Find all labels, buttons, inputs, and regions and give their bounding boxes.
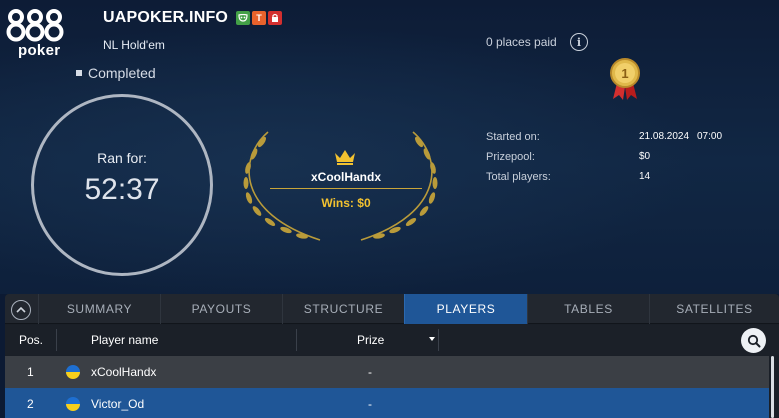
column-divider bbox=[56, 329, 57, 351]
table-scrollbar[interactable] bbox=[771, 356, 774, 418]
status-label: Completed bbox=[88, 65, 156, 81]
column-player-name[interactable]: Player name bbox=[91, 325, 158, 355]
column-divider bbox=[438, 329, 439, 351]
tab-players[interactable]: PLAYERS bbox=[404, 294, 527, 324]
svg-text:1: 1 bbox=[621, 66, 628, 81]
winner-winnings: Wins: $0 bbox=[321, 196, 371, 210]
row-prize: - bbox=[368, 397, 372, 411]
started-row: Started on: 21.08.2024 07:00 bbox=[486, 131, 746, 151]
ran-for-value: 52:37 bbox=[84, 173, 160, 206]
tab-payouts[interactable]: PAYOUTS bbox=[160, 294, 282, 324]
prizepool-label: Prizepool: bbox=[486, 151, 535, 163]
column-pos[interactable]: Pos. bbox=[19, 325, 43, 355]
ukraine-flag-icon bbox=[66, 397, 80, 411]
column-divider bbox=[296, 329, 297, 351]
tournament-details: Started on: 21.08.2024 07:00 Prizepool: … bbox=[486, 131, 746, 191]
prizepool-value: $0 bbox=[639, 151, 651, 162]
tournament-status: Completed bbox=[76, 65, 156, 81]
winner-divider bbox=[270, 188, 422, 189]
mask-icon bbox=[236, 11, 250, 25]
sort-descending-icon[interactable] bbox=[429, 337, 435, 341]
search-button[interactable] bbox=[741, 328, 766, 353]
info-icon[interactable]: i bbox=[570, 33, 588, 51]
ukraine-flag-icon bbox=[66, 365, 80, 379]
laurel-wreath-icon bbox=[243, 131, 438, 241]
tab-structure[interactable]: STRUCTURE bbox=[282, 294, 404, 324]
winner-name: xCoolHandx bbox=[310, 170, 381, 184]
table-row[interactable]: 2 Victor_Od - bbox=[5, 388, 769, 418]
game-type: NL Hold'em bbox=[103, 38, 165, 52]
ran-for-label: Ran for: bbox=[97, 150, 147, 166]
started-label: Started on: bbox=[486, 131, 540, 143]
search-icon bbox=[747, 334, 760, 347]
logo-888-digits bbox=[6, 9, 64, 42]
row-prize: - bbox=[368, 365, 372, 379]
tab-bar: SUMMARY PAYOUTS STRUCTURE PLAYERS TABLES… bbox=[5, 294, 779, 324]
chevron-up-icon bbox=[16, 307, 26, 313]
places-paid: 0 places paid bbox=[486, 35, 557, 49]
tab-tables[interactable]: TABLES bbox=[527, 294, 649, 324]
row-player-name: xCoolHandx bbox=[91, 365, 157, 379]
table-row[interactable]: 1 xCoolHandx - bbox=[5, 356, 769, 388]
total-players-label: Total players: bbox=[486, 171, 551, 183]
tab-summary[interactable]: SUMMARY bbox=[38, 294, 160, 324]
column-prize[interactable]: Prize bbox=[357, 325, 384, 355]
crown-icon bbox=[335, 150, 355, 165]
total-players-value: 14 bbox=[639, 171, 651, 182]
tournament-header: poker UAPOKER.INFO T NL Hold'em Complete… bbox=[0, 0, 779, 294]
tournament-title: UAPOKER.INFO bbox=[103, 9, 229, 26]
first-place-medal-icon: 1 bbox=[610, 58, 640, 100]
players-table-header: Pos. Player name Prize bbox=[5, 325, 779, 355]
row-player-name: Victor_Od bbox=[91, 397, 145, 411]
prizepool-row: Prizepool: $0 bbox=[486, 151, 746, 171]
888poker-logo: poker bbox=[4, 8, 64, 60]
row-position: 2 bbox=[27, 397, 34, 411]
logo-wordmark: poker bbox=[18, 42, 61, 59]
tab-satellites[interactable]: SATELLITES bbox=[649, 294, 779, 324]
lobby-panel: SUMMARY PAYOUTS STRUCTURE PLAYERS TABLES… bbox=[5, 294, 779, 418]
turbo-badge: T bbox=[252, 11, 266, 25]
row-position: 1 bbox=[27, 365, 34, 379]
total-players-row: Total players: 14 bbox=[486, 171, 746, 191]
status-bullet-icon bbox=[76, 70, 82, 76]
tournament-badges: T bbox=[236, 11, 282, 25]
lock-icon bbox=[268, 11, 282, 25]
collapse-button[interactable] bbox=[11, 300, 31, 320]
started-date: 21.08.2024 bbox=[639, 131, 690, 142]
run-time-circle: Ran for: 52:37 bbox=[31, 94, 213, 276]
started-time: 07:00 bbox=[697, 131, 723, 142]
